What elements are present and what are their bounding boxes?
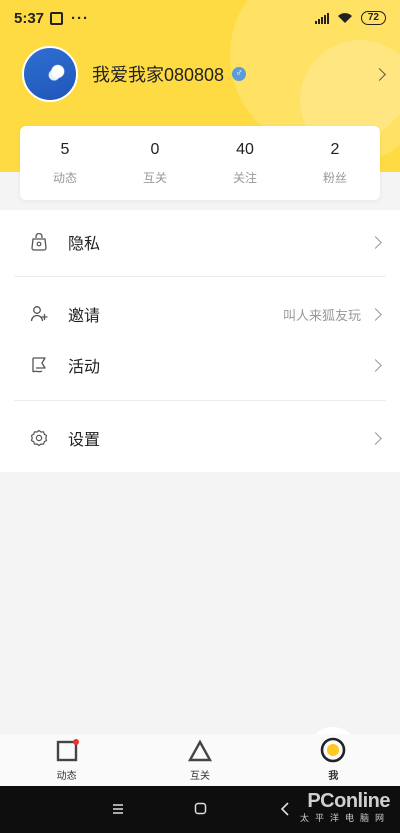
watermark: PConline 太平洋电脑网 (299, 790, 391, 824)
chevron-right-icon (369, 307, 382, 321)
menu-item-activity[interactable]: 活动 (0, 340, 400, 390)
lock-bag-icon (31, 233, 47, 251)
invite-hint: 叫人来狐友玩 (282, 307, 361, 323)
chevron-right-icon (369, 235, 382, 249)
nav-tab-me[interactable]: 我 (267, 734, 400, 786)
menu-item-settings[interactable]: 设置 (0, 413, 400, 463)
wifi-icon (337, 13, 352, 23)
settings-menu: 隐私 邀请 叫人来狐友玩 活动 设置 (0, 210, 400, 472)
notification-icon (50, 11, 64, 25)
stat-followers[interactable]: 2 粉丝 (290, 126, 380, 200)
gear-icon (30, 429, 48, 447)
profile-header[interactable]: 我爱我家080808 ♂ (22, 46, 390, 102)
signal-icon (314, 12, 329, 24)
menu-label: 设置 (68, 432, 101, 449)
circle-target-icon (321, 737, 346, 763)
status-time: 5:37 (14, 9, 45, 27)
chevron-right-icon (373, 67, 386, 81)
username: 我爱我家080808 (92, 65, 225, 85)
watermark-brand: PConline (307, 790, 390, 812)
stat-value: 0 (150, 140, 160, 158)
menu-label: 活动 (68, 359, 101, 376)
stat-value: 5 (60, 140, 70, 158)
nav-tab-posts[interactable]: 动态 (0, 734, 133, 786)
nav-tab-mutual[interactable]: 互关 (133, 734, 266, 786)
back-icon[interactable] (280, 801, 290, 817)
nav-label: 动态 (56, 771, 77, 782)
chevron-right-icon (369, 431, 382, 445)
divider (14, 400, 386, 401)
more-notifications-indicator: ··· (71, 9, 90, 27)
home-icon[interactable] (194, 802, 207, 815)
menu-label: 邀请 (68, 308, 101, 325)
stat-value: 2 (330, 140, 340, 158)
menu-item-invite[interactable]: 邀请 叫人来狐友玩 (0, 289, 400, 339)
status-right: 72 (314, 11, 386, 25)
watermark-subtitle: 太平洋电脑网 (299, 813, 390, 823)
stat-value: 40 (236, 140, 254, 158)
status-bar: 5:37 ··· 72 (0, 0, 400, 36)
add-user-icon (30, 306, 48, 322)
system-nav-bar: PConline 太平洋电脑网 (0, 786, 400, 833)
stats-card: 5 动态 0 互关 40 关注 2 粉丝 (20, 126, 380, 200)
stat-label: 粉丝 (322, 170, 347, 185)
stat-posts[interactable]: 5 动态 (20, 126, 110, 200)
stat-following[interactable]: 40 关注 (200, 126, 290, 200)
nav-label: 我 (328, 771, 339, 782)
avatar[interactable] (22, 46, 78, 102)
nav-label: 互关 (189, 771, 210, 782)
bottom-nav: 动态 互关 我 (0, 734, 400, 786)
menu-label: 隐私 (68, 236, 101, 253)
menu-item-privacy[interactable]: 隐私 (0, 217, 400, 267)
menu-icon[interactable] (112, 803, 124, 815)
triangle-icon (187, 739, 213, 762)
flag-icon (32, 357, 46, 373)
square-icon (56, 739, 79, 762)
stat-label: 动态 (52, 170, 77, 185)
divider (14, 276, 386, 277)
stat-mutual[interactable]: 0 互关 (110, 126, 200, 200)
stat-label: 互关 (142, 170, 167, 185)
chevron-right-icon (369, 358, 382, 372)
notification-dot (72, 739, 79, 745)
battery-indicator: 72 (360, 11, 386, 25)
stat-label: 关注 (232, 170, 257, 185)
gender-male-icon: ♂ (232, 67, 247, 81)
